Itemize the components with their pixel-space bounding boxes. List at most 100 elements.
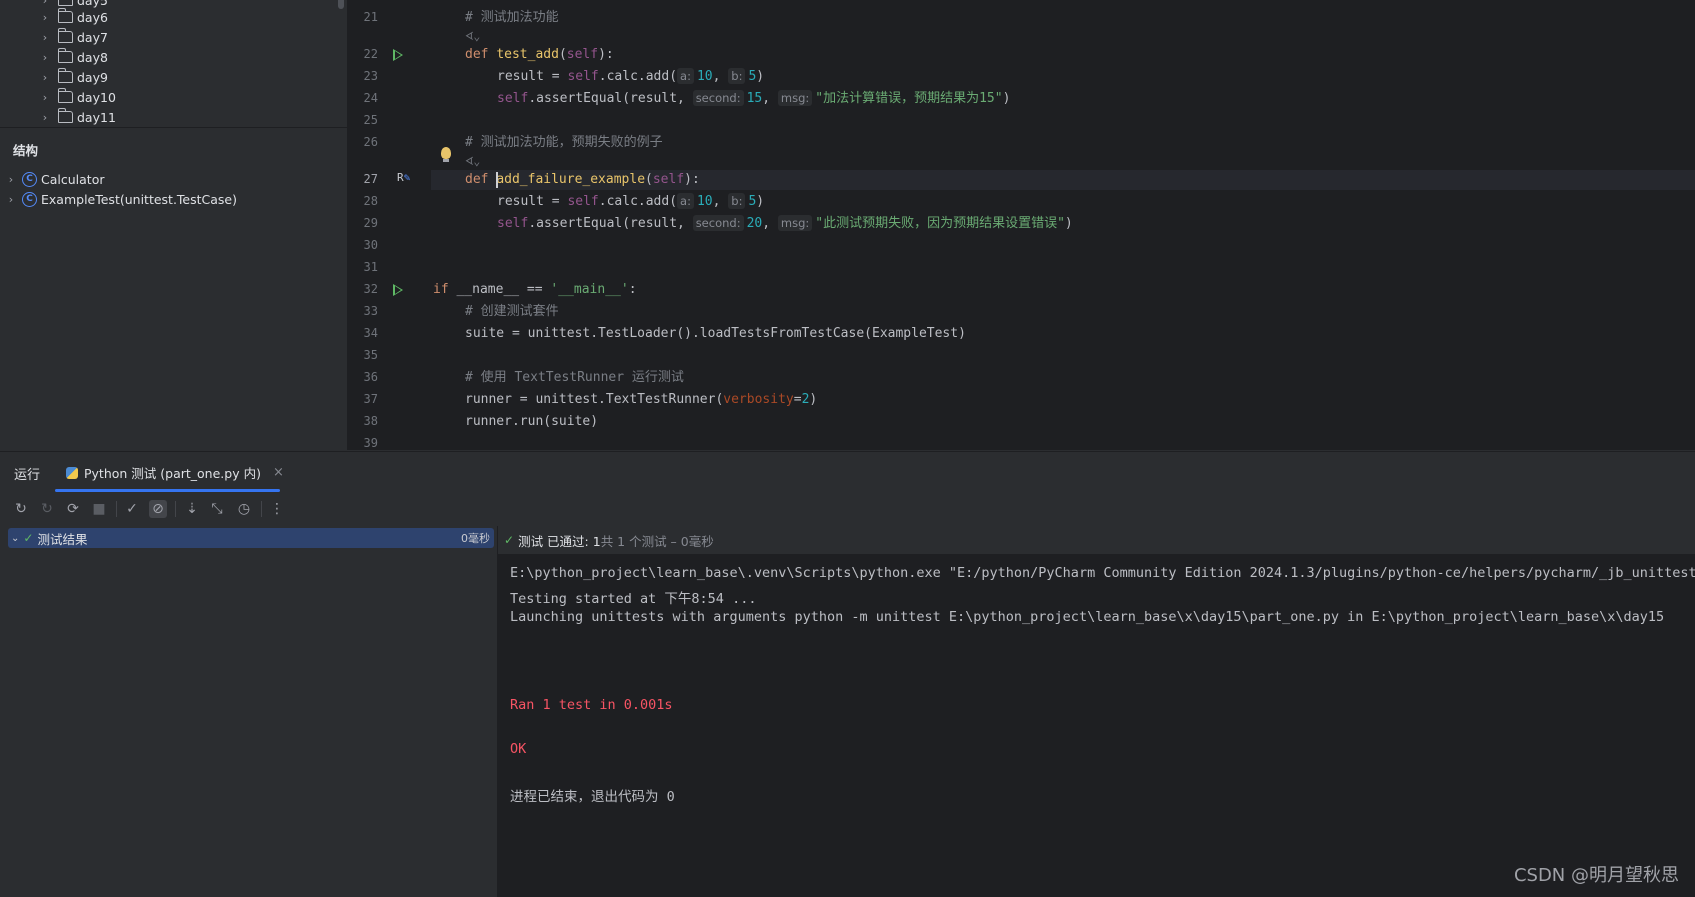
toggle-auto-test-icon[interactable]: ⟳ (64, 500, 82, 518)
chevron-right-icon: › (8, 172, 14, 186)
keyword-arg: verbosity (723, 392, 794, 407)
param-hint: a: (677, 193, 694, 209)
stop-icon[interactable]: ■ (90, 500, 108, 518)
reformat-gutter-icon[interactable]: R✎ (397, 171, 410, 184)
code-line-21[interactable]: # 测试加法功能 (465, 8, 559, 28)
code-line-33[interactable]: # 创建测试套件 (465, 302, 559, 322)
param-hint: b: (728, 68, 746, 84)
line-number: 25 (363, 113, 378, 127)
console-line: Testing started at 下午8:54 ... (510, 591, 757, 607)
code-editor[interactable]: 21 22 23 24 25 26 27 28 29 30 31 32 33 3… (348, 0, 1695, 450)
chevron-right-icon: › (42, 30, 48, 44)
test-duration: 0毫秒 (461, 532, 490, 545)
history-icon[interactable]: ◷ (235, 500, 253, 518)
code-line-32[interactable]: if __name__ == '__main__': (433, 280, 637, 300)
show-ignored-icon[interactable]: ⊘ (149, 500, 167, 518)
tree-item-day10[interactable]: › day10 (40, 87, 116, 107)
self-ref: self (567, 69, 599, 84)
line-number: 26 (363, 135, 378, 149)
code-line-36[interactable]: # 使用 TextTestRunner 运行测试 (465, 368, 684, 388)
chevron-right-icon: › (42, 10, 48, 24)
rerun-failed-icon[interactable]: ↻ (38, 500, 56, 518)
tab-python-test[interactable]: Python 测试 (part_one.py 内) × (66, 463, 284, 482)
code-line-26[interactable]: # 测试加法功能，预期失败的例子 (465, 133, 663, 153)
check-icon: ✓ (23, 531, 34, 545)
param-hint: msg: (777, 215, 813, 231)
folder-icon (58, 88, 73, 103)
structure-item-label: Calculator (41, 171, 105, 187)
code-line-24[interactable]: self.assertEqual(result, second: 15, msg:… (497, 89, 1010, 109)
run-gutter-icon[interactable] (393, 49, 403, 61)
structure-item-exampletest[interactable]: › C ExampleTest(unittest.TestCase) (6, 189, 237, 209)
console-line-stderr: OK (510, 741, 527, 757)
tab-label: Python 测试 (part_one.py 内) (84, 466, 261, 481)
test-results-root[interactable]: ⌄ ✓ 测试结果 0毫秒 (8, 528, 494, 548)
code-text: __name__ == (448, 282, 551, 297)
panel-divider[interactable] (0, 127, 347, 128)
collapse-icon[interactable]: ⤡ (208, 500, 226, 518)
line-number: 33 (363, 304, 378, 318)
rerun-icon[interactable]: ↻ (12, 500, 30, 518)
lightbulb-icon[interactable] (441, 147, 451, 162)
tree-item-day11[interactable]: › day11 (40, 107, 116, 127)
structure-item-calculator[interactable]: › C Calculator (6, 169, 104, 189)
tree-item-label: day9 (77, 69, 108, 85)
code-vision-hint[interactable]: ᗏ⌄ (465, 151, 480, 171)
line-number: 24 (363, 91, 378, 105)
code-line-27[interactable]: def add_failure_example(self): (465, 170, 700, 190)
code-line-34[interactable]: suite = unittest.TestLoader().loadTestsF… (465, 324, 966, 344)
tree-item-day9[interactable]: › day9 (40, 67, 108, 87)
line-number: 30 (363, 238, 378, 252)
string-literal: "此测试预期失败，因为预期结果设置错误" (815, 216, 1065, 231)
string-literal: "加法计算错误，预期结果为15" (815, 91, 1003, 106)
code-line-37[interactable]: runner = unittest.TextTestRunner(verbosi… (465, 390, 817, 410)
close-icon[interactable]: × (273, 465, 284, 480)
folder-icon (58, 48, 73, 63)
function-name: test_add (496, 47, 559, 62)
chevron-right-icon: › (42, 90, 48, 104)
project-panel: › day5 › day6 › day7 › day8 › day9 › day… (0, 0, 348, 450)
code-text: runner = unittest.TextTestRunner( (465, 392, 724, 407)
toolbar-separator (116, 501, 117, 517)
line-number: 32 (363, 282, 378, 296)
run-tool-window-header: 运行 Python 测试 (part_one.py 内) × (0, 451, 1695, 492)
code-text: .calc.add( (598, 69, 678, 84)
code-vision-hint[interactable]: ᗏ⌄ (465, 26, 480, 46)
line-number: 37 (363, 392, 378, 406)
tree-item-day7[interactable]: › day7 (40, 27, 108, 47)
console-output[interactable]: E:\python_project\learn_base\.venv\Scrip… (498, 555, 1695, 897)
function-name: add_failure_example (496, 172, 646, 187)
structure-title: 结构 (13, 143, 39, 158)
tree-item-label: day8 (77, 49, 108, 65)
code-line-38[interactable]: runner.run(suite) (465, 412, 598, 432)
show-passed-icon[interactable]: ✓ (123, 500, 141, 518)
keyword: if (433, 282, 449, 297)
console-line: Launching unittests with arguments pytho… (510, 609, 1665, 625)
number: 20 (746, 216, 763, 231)
more-options-icon[interactable]: ⋮ (268, 500, 286, 518)
tree-item-day8[interactable]: › day8 (40, 47, 108, 67)
line-number: 35 (363, 348, 378, 362)
chevron-right-icon: › (42, 70, 48, 84)
tree-item-day6[interactable]: › day6 (40, 7, 108, 27)
run-window-title: 运行 (14, 468, 41, 483)
self-param: self (566, 47, 599, 62)
text-caret (496, 172, 498, 188)
code-line-28[interactable]: result = self.calc.add(a: 10, b: 5) (497, 192, 764, 212)
code-line-29[interactable]: self.assertEqual(result, second: 20, msg:… (497, 214, 1073, 234)
self-param: self (652, 172, 685, 187)
chevron-down-icon[interactable]: ⌄ (11, 533, 19, 544)
scrollbar-thumb[interactable] (338, 0, 344, 9)
folder-icon (58, 28, 73, 43)
param-hint: b: (728, 193, 746, 209)
chevron-right-icon: › (8, 192, 14, 206)
code-line-23[interactable]: result = self.calc.add(a: 10, b: 5) (497, 67, 764, 87)
run-gutter-icon[interactable] (393, 284, 403, 296)
test-status-detail: 共 1 个测试 – 0毫秒 (600, 533, 714, 549)
code-text: result = (497, 69, 568, 84)
python-icon (66, 466, 78, 479)
sort-icon[interactable]: ⇣ (183, 500, 201, 518)
code-line-22[interactable]: def test_add(self): (465, 45, 614, 65)
tree-item-label: day6 (77, 9, 108, 25)
test-results-tree[interactable]: ⌄ ✓ 测试结果 0毫秒 (0, 526, 498, 897)
